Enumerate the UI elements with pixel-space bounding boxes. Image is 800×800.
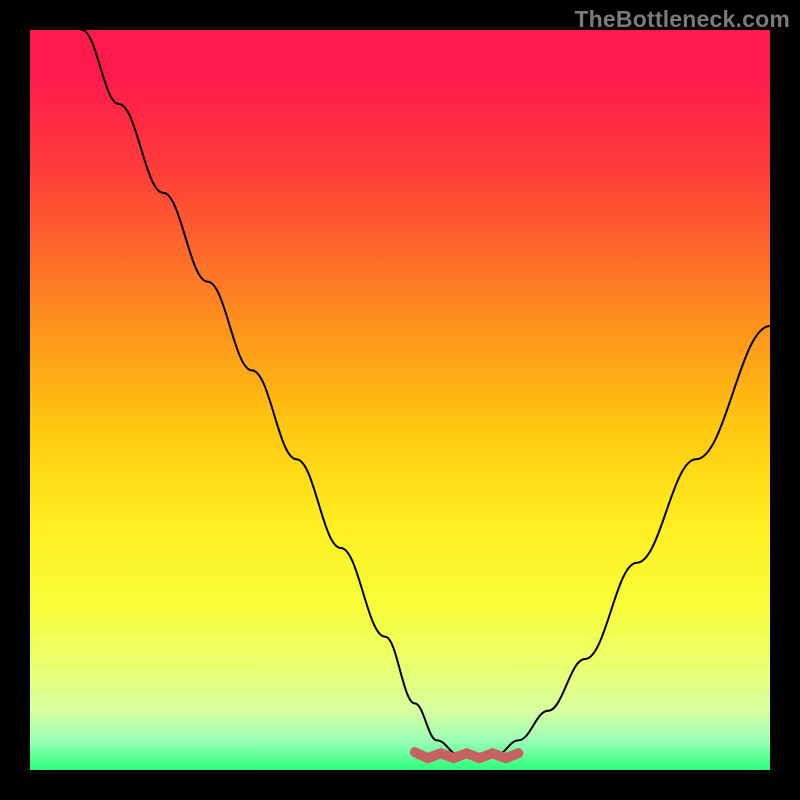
rainbow-gradient-background bbox=[30, 30, 770, 770]
chart-canvas: TheBottleneck.com bbox=[0, 0, 800, 800]
plot-area bbox=[30, 30, 770, 770]
watermark-text: TheBottleneck.com bbox=[574, 6, 790, 33]
